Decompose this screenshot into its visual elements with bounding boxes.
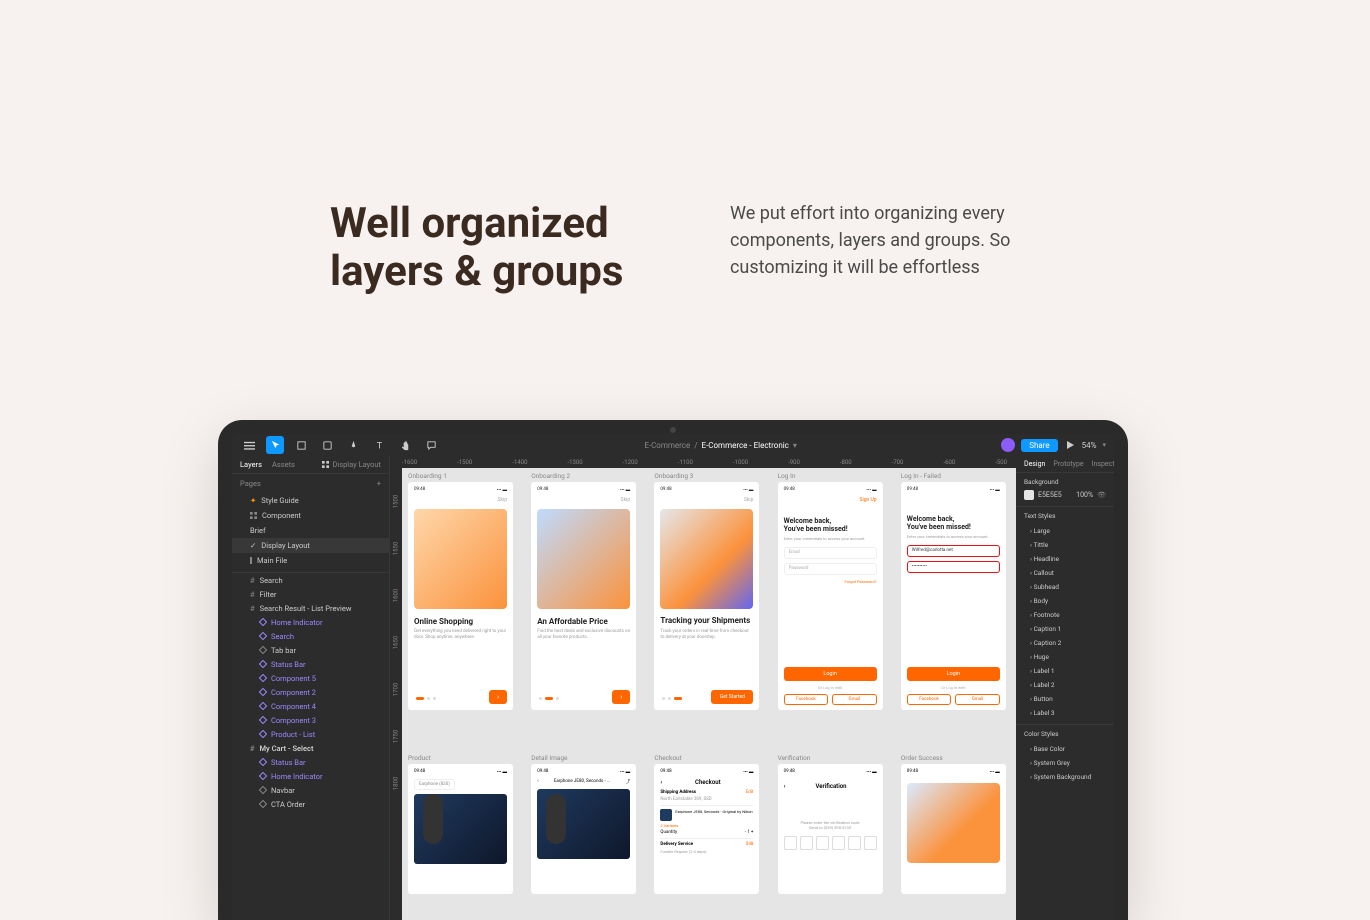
layer-cart-home[interactable]: Home Indicator (232, 769, 389, 783)
layer-comp3[interactable]: Component 3 (232, 713, 389, 727)
shape-tool-icon[interactable] (318, 436, 336, 454)
design-tab[interactable]: Design (1024, 460, 1045, 468)
pen-tool-icon[interactable] (344, 436, 362, 454)
prototype-tab[interactable]: Prototype (1053, 460, 1083, 468)
canvas[interactable]: -1600-1500-1400-1300-1200-1100-1000-900-… (390, 456, 1016, 920)
frame-product[interactable]: Product 09:48••• ▬ Earphone (830) (408, 754, 523, 894)
svg-text:T: T (376, 441, 382, 451)
frame-order-success[interactable]: Order Success 09:48••• ▬ (901, 754, 1016, 894)
text-style[interactable]: › Large (1016, 524, 1114, 538)
hero-title: Well organized layers & groups (330, 200, 640, 297)
chevron-down-icon: ▾ (1102, 441, 1106, 449)
right-panel-tabs: Design Prototype Inspect (1016, 456, 1114, 473)
left-panel: Layers Assets Display Layout Pages + ✦St… (232, 456, 390, 920)
layer-comp4[interactable]: Component 4 (232, 699, 389, 713)
text-style[interactable]: › Body (1016, 594, 1114, 608)
chevron-down-icon: ▾ (793, 441, 797, 450)
check-icon: ✓ (250, 541, 256, 550)
right-panel: Design Prototype Inspect Background E5E5… (1016, 456, 1114, 920)
layer-search[interactable]: #Search (232, 573, 389, 587)
text-style[interactable]: › Headline (1016, 552, 1114, 566)
panel-tabs: Layers Assets Display Layout (232, 456, 389, 474)
frame-tool-icon[interactable] (292, 436, 310, 454)
color-style[interactable]: › Base Color (1016, 742, 1114, 756)
assets-tab[interactable]: Assets (272, 460, 295, 469)
camera-dot (670, 427, 676, 433)
hero-description: We put effort into organizing every comp… (730, 200, 1040, 281)
user-avatar[interactable] (1001, 438, 1015, 452)
page-component[interactable]: Component (232, 508, 389, 523)
file-name: E-Commerce - Electronic (702, 441, 789, 450)
app-body: Layers Assets Display Layout Pages + ✦St… (232, 456, 1114, 920)
background-color[interactable]: E5E5E5 100% 👁 (1024, 490, 1106, 500)
display-layout-toggle[interactable]: Display Layout (322, 460, 381, 469)
text-style[interactable]: › Caption 1 (1016, 622, 1114, 636)
text-style[interactable]: › Label 3 (1016, 706, 1114, 720)
pages-header: Pages + (232, 474, 389, 493)
project-name: E-Commerce (644, 441, 690, 450)
page-brief[interactable]: Brief (232, 523, 389, 538)
layer-filter[interactable]: #Filter (232, 587, 389, 601)
layer-search-result[interactable]: #Search Result - List Preview (232, 601, 389, 615)
add-page-icon[interactable]: + (377, 479, 381, 488)
text-style[interactable]: › Button (1016, 692, 1114, 706)
frame-detail-image[interactable]: Detail Image 09:48••• ▬ ‹Earphone JE80, … (531, 754, 646, 894)
layers-tab[interactable]: Layers (240, 460, 262, 469)
frame-login[interactable]: Log In 09:48••• ▬ Sign Up Welcome back,Y… (778, 472, 893, 710)
frame-onboarding-2[interactable]: Onboarding 2 09:48••• ▬ Skip An Affordab… (531, 472, 646, 710)
page-main-file[interactable]: Main File (232, 553, 389, 568)
frame-onboarding-3[interactable]: Onboarding 3 09:48••• ▬ Skip Tracking yo… (654, 472, 769, 710)
layer-cart-navbar[interactable]: Navbar (232, 783, 389, 797)
frames-row-2: Product 09:48••• ▬ Earphone (830) Detail… (408, 754, 1016, 894)
color-style[interactable]: › System Grey (1016, 756, 1114, 770)
next-icon: › (489, 690, 507, 704)
comment-tool-icon[interactable] (422, 436, 440, 454)
next-icon: › (612, 690, 630, 704)
layer-comp5[interactable]: Component 5 (232, 671, 389, 685)
layer-home-indicator[interactable]: Home Indicator (232, 615, 389, 629)
text-style[interactable]: › Tittle (1016, 538, 1114, 552)
menu-icon[interactable] (240, 436, 258, 454)
ruler-vertical: 1500155016001650170017501800 (390, 468, 402, 920)
frame-onboarding-1[interactable]: Onboarding 1 09:48••• ▬ Skip Online Shop… (408, 472, 523, 710)
eye-icon[interactable]: 👁 (1097, 491, 1106, 499)
text-style[interactable]: › Huge (1016, 650, 1114, 664)
text-style[interactable]: › Footnote (1016, 608, 1114, 622)
text-tool-icon[interactable]: T (370, 436, 388, 454)
color-style[interactable]: › System Background (1016, 770, 1114, 784)
text-style[interactable]: › Caption 2 (1016, 636, 1114, 650)
file-breadcrumb[interactable]: E-Commerce / E-Commerce - Electronic ▾ (448, 441, 993, 450)
text-style[interactable]: › Subhead (1016, 580, 1114, 594)
share-button[interactable]: Share (1021, 439, 1057, 452)
zoom-level[interactable]: 54% (1082, 441, 1097, 450)
layer-tab-bar[interactable]: Tab bar (232, 643, 389, 657)
color-swatch (1024, 490, 1034, 500)
frame-checkout[interactable]: Checkout 09:48••• ▬ ‹Checkout Shipping A… (654, 754, 769, 894)
text-style[interactable]: › Label 1 (1016, 664, 1114, 678)
ruler-horizontal: -1600-1500-1400-1300-1200-1100-1000-900-… (390, 456, 1016, 468)
frame-login-failed[interactable]: Log In - Failed 09:48••• ▬ Welcome back,… (901, 472, 1016, 710)
hand-tool-icon[interactable] (396, 436, 414, 454)
page-display-layout[interactable]: ✓Display Layout (232, 538, 389, 553)
frame-verification[interactable]: Verification 09:48••• ▬ ‹Verification Pl… (778, 754, 893, 894)
move-tool-icon[interactable] (266, 436, 284, 454)
layer-my-cart[interactable]: #My Cart - Select (232, 741, 389, 755)
text-style[interactable]: › Label 2 (1016, 678, 1114, 692)
present-icon[interactable] (1064, 439, 1076, 451)
layer-cart-cta[interactable]: CTA Order (232, 797, 389, 811)
toolbar: T E-Commerce / E-Commerce - Electronic ▾… (232, 434, 1114, 456)
laptop-frame: T E-Commerce / E-Commerce - Electronic ▾… (218, 420, 1128, 920)
layer-comp2[interactable]: Component 2 (232, 685, 389, 699)
app-screen: T E-Commerce / E-Commerce - Electronic ▾… (232, 434, 1114, 920)
layer-product-list[interactable]: Product - List (232, 727, 389, 741)
text-style[interactable]: › Callout (1016, 566, 1114, 580)
page-style-guide[interactable]: ✦Style Guide (232, 493, 389, 508)
inspect-tab[interactable]: Inspect (1092, 460, 1114, 468)
frames-row-1: Onboarding 1 09:48••• ▬ Skip Online Shop… (408, 472, 1016, 710)
layer-status-bar[interactable]: Status Bar (232, 657, 389, 671)
hero-section: Well organized layers & groups We put ef… (0, 0, 1370, 297)
layer-search-inner[interactable]: Search (232, 629, 389, 643)
layer-cart-status[interactable]: Status Bar (232, 755, 389, 769)
